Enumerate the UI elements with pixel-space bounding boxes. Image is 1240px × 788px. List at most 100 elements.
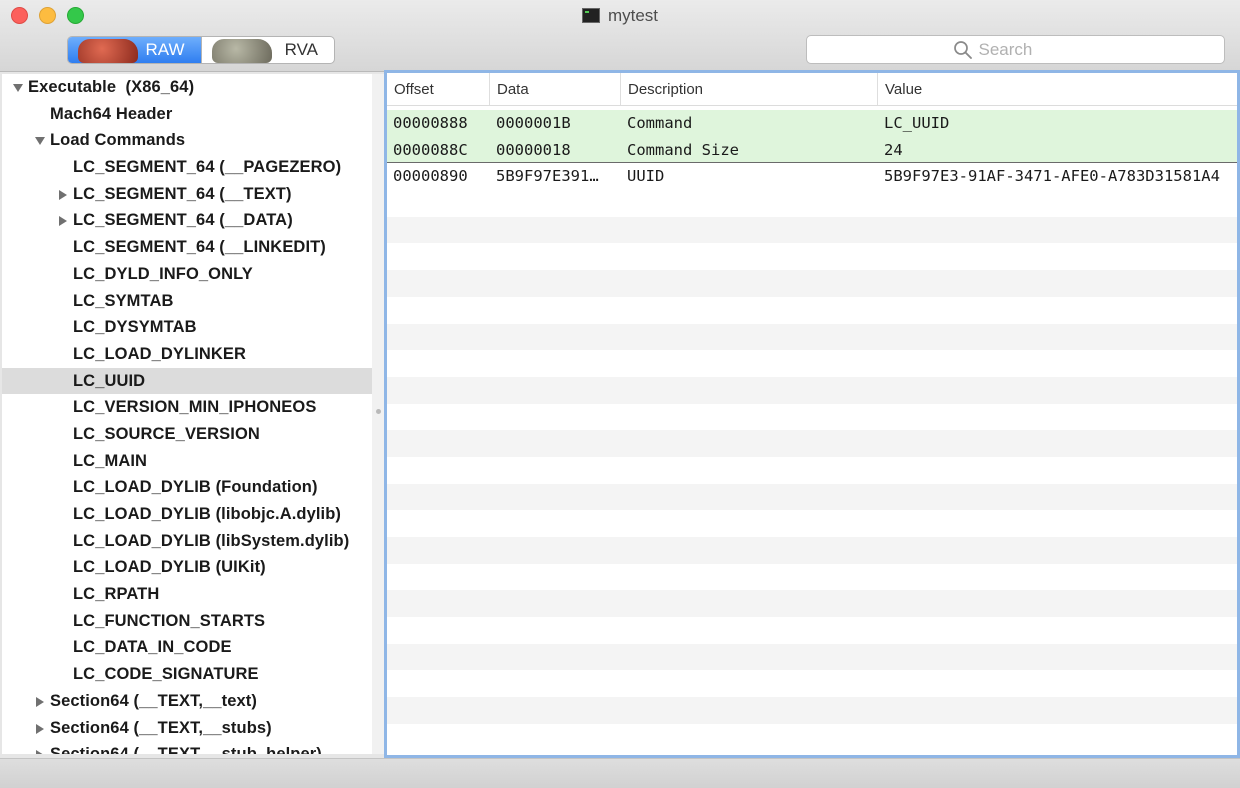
column-header-value[interactable]: Value [878,73,1237,105]
sidebar-item-label: LC_SEGMENT_64 (__LINKEDIT) [73,238,326,257]
sidebar-item[interactable]: LC_UUID [2,367,372,395]
sidebar-item[interactable]: LC_SYMTAB [2,288,372,315]
sidebar-item-label: LC_LOAD_DYLIB (UIKit) [73,558,266,577]
sidebar-item[interactable]: Executable (X86_64) [2,74,372,101]
sidebar-item[interactable]: Section64 (__TEXT,__text) [2,688,372,715]
table-row-empty[interactable] [387,483,1237,511]
sidebar-item-label: LC_DYSYMTAB [73,318,197,337]
table-row[interactable]: 0000088C 00000018 Command Size 24 [387,136,1237,164]
disclosure-open-icon[interactable] [12,82,24,94]
sidebar-item-label: LC_LOAD_DYLINKER [73,344,247,363]
disclosure-closed-icon[interactable] [34,749,46,754]
sidebar-item[interactable]: LC_CODE_SIGNATURE [2,661,372,688]
sidebar-item[interactable]: LC_SEGMENT_64 (__PAGEZERO) [2,154,372,181]
table-row-empty[interactable] [387,564,1237,591]
sidebar-item-label: LC_LOAD_DYLIB (Foundation) [73,478,318,497]
table-row-empty[interactable] [387,510,1237,537]
terminal-icon [581,8,600,23]
disclosure-closed-icon[interactable] [57,215,69,227]
table-row-empty[interactable] [387,457,1237,484]
rva-segment-label: RVA [284,40,318,59]
sidebar-item[interactable]: LC_LOAD_DYLIB (libobjc.A.dylib) [2,501,372,528]
cell-offset: 00000888 [393,114,468,132]
sidebar-item[interactable]: LC_SEGMENT_64 (__TEXT) [2,181,372,208]
sidebar-item[interactable]: LC_DYSYMTAB [2,314,372,341]
sidebar-item[interactable]: LC_LOAD_DYLIB (Foundation) [2,474,372,501]
sidebar-item-label: LC_MAIN [73,451,148,470]
column-header-data[interactable]: Data [490,73,621,105]
sidebar-item[interactable]: LC_DYLD_INFO_ONLY [2,261,372,288]
title-bar: mytest RAW RVA [0,0,1240,72]
raw-segment-button[interactable]: RAW [68,37,201,63]
cell-value: 24 [884,140,903,159]
sidebar-item-label: LC_VERSION_MIN_IPHONEOS [73,398,317,417]
split-view-divider[interactable] [372,74,384,754]
rva-segment-button[interactable]: RVA [200,37,335,63]
divider-grip-icon [376,409,381,414]
sidebar-item[interactable]: LC_DATA_IN_CODE [2,634,372,661]
table-row-empty[interactable] [387,323,1237,351]
table-body: 00000888 0000001B Command LC_UUID 0000088C 00… [387,110,1237,751]
table-row-empty[interactable] [387,643,1237,671]
sidebar-tree[interactable]: Executable (X86_64) Mach64 Header Load Com… [2,74,373,754]
disclosure-closed-icon[interactable] [34,723,46,735]
detail-table: Offset Data Description Value 00000888 00… [384,70,1240,758]
table-row-empty[interactable] [387,537,1237,564]
sidebar-item[interactable]: LC_SEGMENT_64 (__LINKEDIT) [2,234,372,261]
cell-value: 5B9F97E3-91AF-3471-AFE0-A783D31581A4 [884,167,1220,186]
sidebar-item[interactable]: Section64 (__TEXT,__stub_helper) [2,741,372,754]
sidebar-item-label: LC_UUID [73,371,146,390]
sidebar-item[interactable]: LC_LOAD_DYLIB (libSystem.dylib) [2,528,372,555]
table-row-empty[interactable] [387,404,1237,431]
table-row-empty[interactable] [387,670,1237,697]
sidebar-item-label: LC_SEGMENT_64 (__DATA) [73,211,293,230]
table-row-empty[interactable] [387,430,1237,457]
sidebar-item[interactable]: LC_SEGMENT_64 (__DATA) [2,207,372,234]
cell-value: LC_UUID [884,114,950,132]
sidebar-item[interactable]: LC_SOURCE_VERSION [2,421,372,448]
sidebar-item-label: LC_SEGMENT_64 (__PAGEZERO) [73,158,342,177]
disclosure-open-icon[interactable] [34,135,46,147]
sidebar-item-label: LC_CODE_SIGNATURE [73,665,259,684]
table-row-empty[interactable] [387,243,1237,270]
cell-description: Command Size [627,140,739,159]
sidebar-item-label: LC_SOURCE_VERSION [73,424,260,443]
cell-data: 0000001B [496,114,571,132]
search-field[interactable] [806,35,1225,64]
table-row[interactable]: 00000890 5B9F97E391… UUID 5B9F97E3-91AF-347… [387,163,1237,190]
sidebar-item[interactable]: Load Commands [2,127,372,154]
sidebar-item[interactable]: LC_RPATH [2,581,372,608]
sidebar-item[interactable]: LC_LOAD_DYLINKER [2,341,372,368]
disclosure-closed-icon[interactable] [57,189,69,201]
column-header-description[interactable]: Description [621,73,878,105]
cell-description: Command [627,114,693,132]
disclosure-closed-icon[interactable] [34,696,46,708]
table-row-empty[interactable] [387,376,1237,404]
table-row-empty[interactable] [387,190,1237,217]
sidebar-item[interactable]: Section64 (__TEXT,__stubs) [2,715,372,742]
search-input[interactable] [978,39,1079,60]
table-row-empty[interactable] [387,617,1237,644]
sidebar-item-label: LC_SEGMENT_64 (__TEXT) [73,184,292,203]
sidebar-item[interactable]: LC_FUNCTION_STARTS [2,608,372,635]
table-row-empty[interactable] [387,297,1237,324]
column-header-offset[interactable]: Offset [387,73,490,105]
table-row-empty[interactable] [387,270,1237,297]
sidebar-item[interactable]: Mach64 Header [2,101,372,128]
raw-rva-segmented-control: RAW RVA [67,36,335,64]
table-row-empty[interactable] [387,697,1237,724]
table-row-empty[interactable] [387,724,1237,751]
search-icon [953,40,972,59]
sidebar-item-label: Section64 (__TEXT,__stubs) [50,718,272,737]
raw-segment-label: RAW [145,40,185,59]
sidebar-item-label: LC_DYLD_INFO_ONLY [73,264,253,283]
sidebar-item[interactable]: LC_VERSION_MIN_IPHONEOS [2,394,372,421]
table-row[interactable]: 00000888 0000001B Command LC_UUID [387,110,1237,137]
sidebar-item-label: LC_LOAD_DYLIB (libSystem.dylib) [73,531,350,550]
cell-offset: 0000088C [393,140,468,159]
sidebar-item[interactable]: LC_LOAD_DYLIB (UIKit) [2,554,372,581]
table-row-empty[interactable] [387,216,1237,244]
table-row-empty[interactable] [387,350,1237,377]
table-row-empty[interactable] [387,590,1237,618]
sidebar-item[interactable]: LC_MAIN [2,448,372,475]
